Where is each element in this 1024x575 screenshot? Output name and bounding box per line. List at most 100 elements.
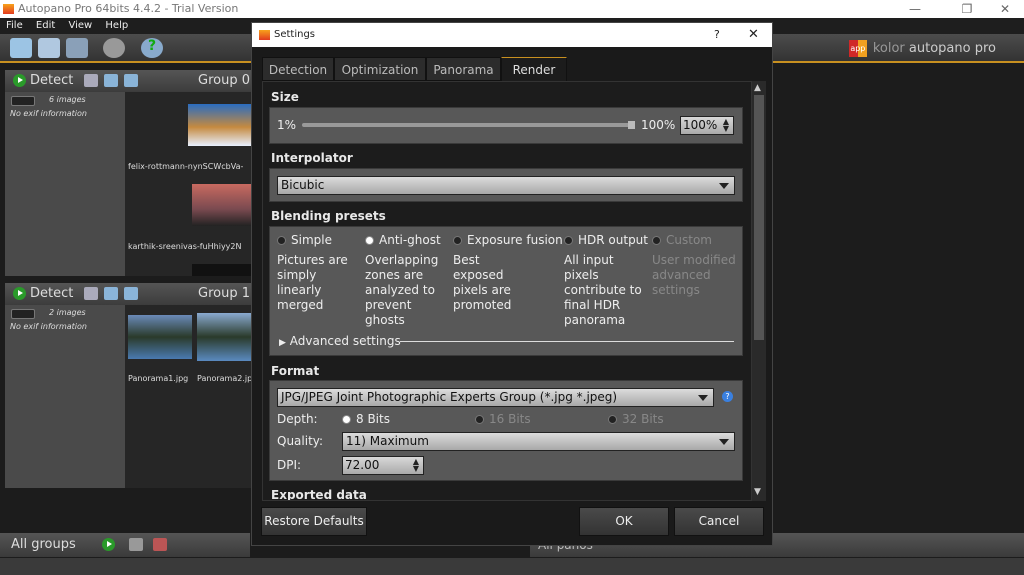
size-slider[interactable]: [302, 121, 635, 129]
divider: [400, 341, 734, 342]
window-titlebar: Autopano Pro 64bits 4.4.2 - Trial Versio…: [0, 0, 1024, 18]
size-max-label: 100%: [641, 118, 676, 132]
wrench-icon[interactable]: [83, 287, 98, 300]
batch-icon[interactable]: [66, 38, 88, 58]
add-image-icon[interactable]: [123, 287, 138, 300]
preset-custom[interactable]: Custom User modified advanced settings: [652, 233, 740, 298]
preset-simple[interactable]: Simple Pictures are simply linearly merge…: [277, 233, 362, 313]
all-groups-bar: All groups: [0, 533, 250, 557]
tab-render[interactable]: Render: [501, 57, 567, 82]
quality-label: Quality:: [277, 434, 324, 448]
format-help-icon[interactable]: ?: [722, 391, 733, 402]
dialog-help-button[interactable]: ?: [714, 23, 720, 47]
exif-info: No exif information: [10, 322, 87, 331]
image-count: 6 images: [49, 94, 86, 104]
logo-product: autopano pro: [908, 41, 996, 56]
quality-select[interactable]: 11) Maximum: [342, 432, 735, 451]
preset-desc: Overlapping zones are analyzed to preven…: [365, 253, 439, 327]
delete-group-icon[interactable]: [153, 538, 168, 551]
size-slider-handle[interactable]: [628, 121, 635, 129]
radio-icon[interactable]: [564, 236, 573, 245]
menu-edit[interactable]: Edit: [36, 20, 55, 31]
settings-dialog: Settings ? ✕ Detection Optimization Pano…: [251, 22, 773, 546]
dpi-spinbox[interactable]: 72.00 ▲ ▼: [342, 456, 424, 475]
depth-32-radio[interactable]: 32 Bits: [608, 412, 664, 426]
preset-exposure-fusion[interactable]: Exposure fusion Best exposed pixels are p…: [453, 233, 563, 313]
preset-desc: All input pixels contribute to final HDR…: [564, 253, 642, 327]
dialog-close-button[interactable]: ✕: [748, 23, 759, 47]
ok-button[interactable]: OK: [579, 507, 669, 536]
image-info-icon[interactable]: [103, 74, 118, 87]
interpolator-select[interactable]: Bicubic: [277, 176, 735, 195]
radio-selected-icon[interactable]: [365, 236, 374, 245]
format-heading: Format: [271, 364, 320, 378]
grid-view-icon[interactable]: [11, 309, 35, 319]
interpolator-heading: Interpolator: [271, 151, 353, 165]
menu-view[interactable]: View: [68, 20, 92, 31]
size-box: 1% 100% 100% ▲ ▼: [269, 107, 743, 144]
spin-arrows-icon[interactable]: ▲ ▼: [723, 118, 729, 133]
scrollbar-thumb[interactable]: [754, 95, 764, 340]
menu-help[interactable]: Help: [105, 20, 128, 31]
thumbnail[interactable]: [192, 184, 252, 226]
preset-anti-ghost[interactable]: Anti-ghost Overlapping zones are analyzed…: [365, 233, 453, 328]
dialog-title: Settings: [274, 29, 316, 40]
depth-16-radio[interactable]: 16 Bits: [475, 412, 531, 426]
app-icon: [259, 30, 270, 40]
vertical-scrollbar[interactable]: ▲ ▼: [752, 81, 766, 501]
image-count: 2 images: [49, 307, 86, 317]
add-image-icon[interactable]: [123, 74, 138, 87]
radio-icon[interactable]: [652, 236, 661, 245]
detect-button[interactable]: Detect: [30, 286, 73, 301]
depth-8-radio[interactable]: 8 Bits: [342, 412, 390, 426]
chevron-down-icon: [719, 183, 729, 189]
logo-badge: app: [848, 40, 867, 57]
chevron-down-icon: [698, 395, 708, 401]
thumbnail[interactable]: [192, 264, 252, 276]
open-folder-icon[interactable]: [10, 38, 32, 58]
open-images-icon[interactable]: [38, 38, 60, 58]
close-window-button[interactable]: ✕: [990, 0, 1020, 18]
size-spinbox[interactable]: 100% ▲ ▼: [680, 116, 734, 135]
spin-arrows-icon[interactable]: ▲ ▼: [413, 458, 419, 473]
restore-defaults-button[interactable]: Restore Defaults: [261, 507, 367, 536]
group-1-header: Detect Group 1 -: [5, 283, 252, 323]
logo-kolor: kolor: [872, 41, 905, 56]
help-icon[interactable]: ?: [141, 38, 163, 58]
menu-file[interactable]: File: [6, 20, 23, 31]
radio-icon[interactable]: [277, 236, 286, 245]
tab-optimization[interactable]: Optimization: [334, 57, 426, 81]
scroll-down-icon[interactable]: ▼: [754, 487, 761, 497]
format-select[interactable]: JPG/JPEG Joint Photographic Experts Grou…: [277, 388, 714, 407]
tab-panorama[interactable]: Panorama: [426, 57, 501, 81]
blending-box: Simple Pictures are simply linearly merge…: [269, 226, 743, 356]
scroll-up-icon[interactable]: ▲: [754, 83, 761, 93]
preset-desc: Pictures are simply linearly merged: [277, 253, 348, 312]
play-icon[interactable]: [13, 287, 26, 300]
cancel-button[interactable]: Cancel: [674, 507, 764, 536]
thumbnail-filename: felix-rottmann-nynSCWcbVa-: [128, 162, 244, 171]
chevron-down-icon: [719, 439, 729, 445]
wrench-icon[interactable]: [83, 74, 98, 87]
dpi-label: DPI:: [277, 458, 302, 472]
thumbnail[interactable]: [188, 104, 252, 146]
thumbnail-filename: Panorama2.jpg: [197, 374, 252, 383]
restore-button[interactable]: ❐: [952, 0, 982, 18]
size-min-label: 1%: [277, 118, 297, 132]
group-1-thumbnails: Panorama1.jpg Panorama2.jpg: [125, 305, 252, 488]
play-icon[interactable]: [13, 74, 26, 87]
advanced-settings-toggle[interactable]: ▶ Advanced settings: [279, 334, 401, 348]
preset-hdr-output[interactable]: HDR output All input pixels contribute to…: [564, 233, 652, 328]
grid-view-icon[interactable]: [11, 96, 35, 106]
add-group-icon[interactable]: [129, 538, 144, 551]
settings-gear-icon[interactable]: [103, 38, 125, 58]
thumbnail[interactable]: [128, 315, 192, 359]
thumbnail[interactable]: [197, 313, 252, 361]
detect-button[interactable]: Detect: [30, 73, 73, 88]
tab-detection[interactable]: Detection: [262, 57, 334, 81]
size-heading: Size: [271, 90, 299, 104]
play-all-icon[interactable]: [101, 538, 115, 551]
radio-icon[interactable]: [453, 236, 462, 245]
image-info-icon[interactable]: [103, 287, 118, 300]
minimize-button[interactable]: —: [900, 0, 930, 18]
